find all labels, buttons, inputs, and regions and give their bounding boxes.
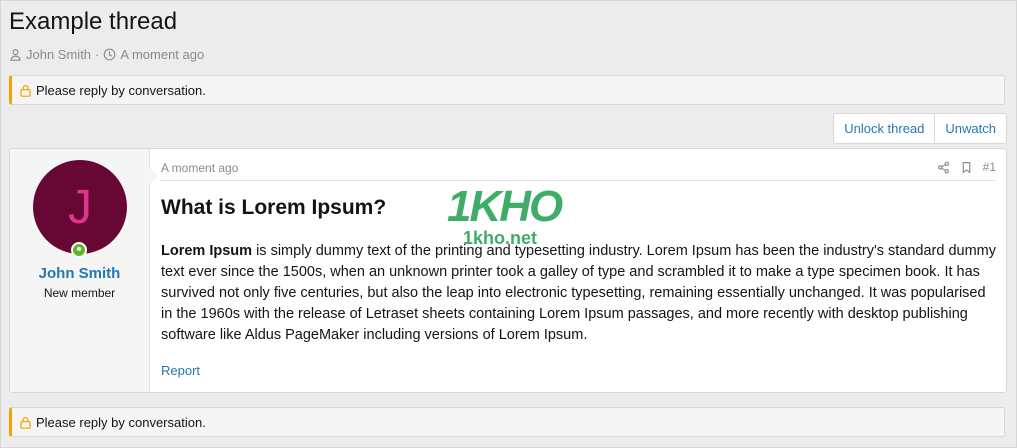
post-body-bold: Lorem Ipsum: [161, 243, 253, 259]
report-link[interactable]: Report: [161, 363, 200, 378]
thread-author[interactable]: John Smith: [26, 47, 91, 62]
bookmark-icon[interactable]: [960, 161, 973, 174]
meta-separator: ·: [95, 47, 100, 62]
post-username[interactable]: John Smith: [10, 265, 149, 282]
thread-time[interactable]: A moment ago: [120, 47, 204, 62]
avatar[interactable]: J: [33, 160, 127, 254]
post-body-text: is simply dummy text of the printing and…: [161, 243, 997, 343]
notice-banner: Please reply by conversation.: [9, 75, 1005, 105]
online-indicator-icon: [71, 242, 87, 258]
post-time[interactable]: A moment ago: [161, 161, 238, 175]
user-title: New member: [43, 286, 116, 300]
post-header-actions: #1: [937, 160, 996, 174]
page-title: Example thread: [9, 8, 178, 35]
unlock-thread-button[interactable]: Unlock thread: [834, 114, 934, 143]
notice-text: Please reply by conversation.: [36, 82, 206, 98]
lock-icon: [20, 416, 31, 429]
watermark-domain: 1kho.net: [463, 228, 538, 248]
notice-banner-bottom: Please reply by conversation.: [9, 407, 1005, 437]
thread-actions: Unlock thread Unwatch: [833, 113, 1007, 144]
clock-icon: [104, 48, 116, 61]
watermark-logo: 1KHO 1kho.net: [447, 185, 572, 255]
lock-icon: [20, 84, 31, 97]
post-header: A moment ago #1: [160, 160, 996, 181]
notice-text: Please reply by conversation.: [36, 414, 206, 430]
share-icon[interactable]: [937, 161, 950, 174]
user-icon: [10, 49, 21, 61]
post-user-cell: J John Smith New member: [10, 149, 150, 392]
thread-meta: John Smith · A moment ago: [9, 47, 204, 62]
watermark-brand: 1KHO: [447, 182, 563, 231]
post-number[interactable]: #1: [983, 160, 996, 174]
post-body: Lorem Ipsum is simply dummy text of the …: [161, 241, 997, 346]
user-cell-arrow: [149, 167, 158, 185]
post-title: What is Lorem Ipsum?: [161, 196, 387, 219]
unwatch-button[interactable]: Unwatch: [934, 114, 1006, 143]
avatar-initial: J: [68, 180, 92, 234]
